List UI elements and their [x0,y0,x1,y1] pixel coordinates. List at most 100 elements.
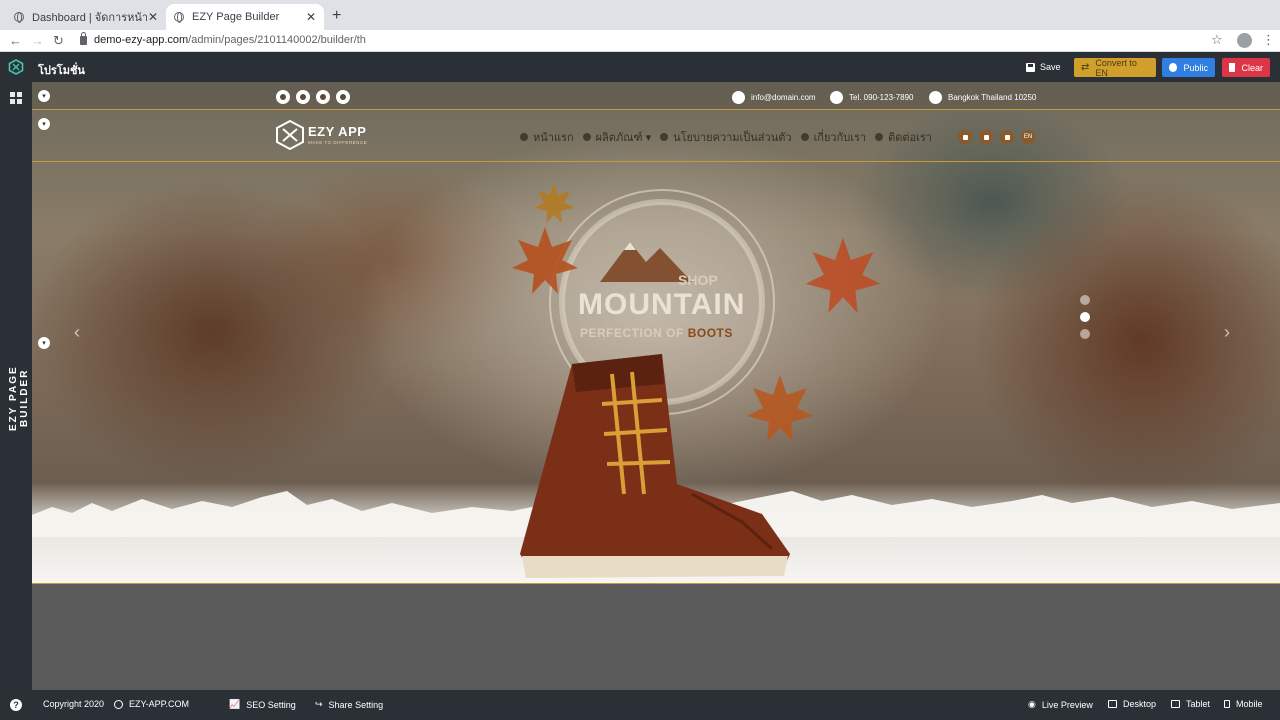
lock-icon[interactable] [80,32,87,45]
convert-label: Convert to EN [1095,57,1137,78]
tablet-view-button[interactable]: Tablet [1171,699,1210,709]
profile-avatar-icon[interactable] [1237,33,1252,48]
mobile-icon [1224,700,1230,708]
brand-logo-icon[interactable] [276,120,304,150]
menu-label: ติดต่อเรา [888,132,932,144]
public-button[interactable]: Public [1162,58,1215,77]
share-setting-label: Share Setting [328,699,384,710]
globe-icon [174,12,184,23]
browser-tab-strip: Dashboard | จัดการหน้า ✕ EZY Page Builde… [0,0,1280,30]
help-icon[interactable]: ? [10,699,22,711]
prev-slide-arrow-icon[interactable]: ‹ [74,322,80,343]
new-tab-icon[interactable]: + [332,7,341,25]
tab-page-builder[interactable]: EZY Page Builder ✕ [166,4,324,30]
menu-bullet-icon [800,133,809,141]
menu-item-about[interactable]: เกี่ยวกับเรา [800,128,866,146]
mobile-view-button[interactable]: Mobile [1224,699,1263,709]
menu-bullet-icon [582,133,591,141]
seo-setting-button[interactable]: 📈 SEO Setting [229,699,296,710]
facebook-icon[interactable] [276,90,290,104]
slide-dot[interactable] [1080,312,1090,322]
tab-title: EZY Page Builder [192,11,280,23]
hero-section[interactable]: ▾ info@domain.com Tel. 090-123-7890 Bang… [32,82,1280,584]
share-icon: ↪ [315,699,323,709]
blocks-grid-icon[interactable] [10,92,22,104]
globe-icon [14,12,24,23]
convert-language-button[interactable]: ⇄ Convert to EN [1074,57,1156,78]
menu-label: หน้าแรก [533,132,574,144]
live-preview-button[interactable]: ◉ Live Preview [1028,699,1093,710]
clear-button[interactable]: Clear [1222,58,1270,77]
menu-item-products[interactable]: ผลิตภัณฑ์ ▾ [582,128,652,146]
collapse-toggle-icon[interactable]: ▾ [38,337,50,349]
boot-product-image [520,354,790,578]
eye-icon: ◉ [1028,699,1036,709]
bell-icon[interactable] [958,130,972,144]
seo-setting-label: SEO Setting [246,699,296,710]
site-link[interactable]: EZY-APP.COM [114,699,189,709]
tablet-icon [1171,700,1180,708]
save-label: Save [1040,62,1061,72]
mobile-label: Mobile [1236,699,1263,709]
desktop-icon [1108,700,1117,708]
left-rail: EZY PAGE BUILDER [0,82,32,690]
youtube-icon[interactable] [316,90,330,104]
site-topbar: ▾ info@domain.com Tel. 090-123-7890 Bang… [32,82,1280,110]
user-icon[interactable] [1000,130,1014,144]
site-icon [114,699,123,709]
language-switch[interactable]: EN [1021,130,1035,144]
desktop-view-button[interactable]: Desktop [1108,699,1156,709]
menu-item-home[interactable]: หน้าแรก [520,128,574,146]
menu-bullet-icon [520,133,528,141]
hero-subtitle: PERFECTION OF BOOTS [580,326,733,340]
site-navbar: ▾ EZY APP MAKE TO DIFFERENCE หน้าแรก ผลิ… [32,110,1280,162]
brand-name: EZY APP [308,124,367,139]
collapse-toggle-icon[interactable]: ▾ [38,90,50,102]
cart-icon[interactable] [979,130,993,144]
bookmark-star-icon[interactable]: ☆ [1211,32,1223,48]
collapse-toggle-icon[interactable]: ▾ [38,118,50,130]
menu-item-contact[interactable]: ติดต่อเรา [875,128,932,146]
reload-icon[interactable]: ↻ [53,33,64,49]
browser-menu-icon[interactable]: ⋮ [1262,32,1275,48]
menu-label: ผลิตภัณฑ์ ▾ [595,132,652,144]
copyright-text: Copyright 2020 [43,699,105,709]
close-icon[interactable]: ✕ [148,10,158,24]
trash-icon [1229,63,1236,72]
next-slide-arrow-icon[interactable]: › [1224,322,1230,343]
back-icon[interactable]: ← [9,33,22,48]
maple-leaf-icon [805,237,881,313]
brand-tagline: MAKE TO DIFFERENCE [308,140,368,145]
share-setting-button[interactable]: ↪ Share Setting [315,699,383,710]
header-icon-group: EN [958,130,1035,144]
line-icon[interactable] [336,90,350,104]
url-path: /admin/pages/2101140002/builder/th [188,34,366,46]
main-menu: หน้าแรก ผลิตภัณฑ์ ▾ นโยบายความเป็นส่วนตั… [520,128,932,146]
swap-icon: ⇄ [1081,62,1090,73]
forward-icon[interactable]: → [31,33,44,48]
hero-subtitle-a: PERFECTION OF [580,326,684,340]
save-button[interactable]: Save [1022,58,1065,76]
desktop-label: Desktop [1123,699,1157,709]
menu-bullet-icon [660,133,669,141]
save-icon [1026,62,1035,72]
instagram-icon[interactable] [296,90,310,104]
close-icon[interactable]: ✕ [306,10,316,24]
browser-toolbar: ← → ↻ demo-ezy-app.com/admin/pages/21011… [0,30,1280,52]
tab-title: Dashboard | จัดการหน้า [32,12,149,24]
slide-dot[interactable] [1080,295,1090,305]
live-preview-label: Live Preview [1041,699,1093,710]
slide-dot[interactable] [1080,329,1090,339]
email-icon [732,90,745,104]
address-bar[interactable]: demo-ezy-app.com/admin/pages/2101140002/… [94,34,366,46]
contact-phone[interactable]: Tel. 090-123-7890 [830,90,914,104]
contact-email-text: info@domain.com [751,92,816,102]
menu-item-privacy[interactable]: นโยบายความเป็นส่วนตัว [660,128,792,146]
ezy-logo-icon[interactable] [8,59,24,75]
public-label: Public [1183,62,1208,73]
menu-label: นโยบายความเป็นส่วนตัว [673,132,792,144]
maple-leaf-icon [512,227,578,294]
contact-email[interactable]: info@domain.com [732,90,816,104]
tab-dashboard[interactable]: Dashboard | จัดการหน้า ✕ [6,4,166,30]
hero-shop-text: SHOP [678,272,718,288]
